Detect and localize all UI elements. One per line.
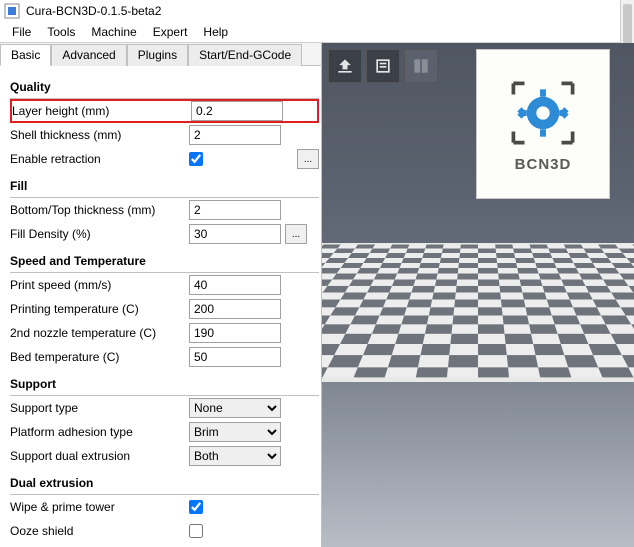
label-enable-retraction: Enable retraction xyxy=(10,152,185,166)
row-enable-retraction: Enable retraction ... xyxy=(10,147,319,171)
titlebar: Cura-BCN3D-0.1.5-beta2 xyxy=(0,0,634,22)
input-fill-density[interactable] xyxy=(189,224,281,244)
gear-icon xyxy=(506,76,580,150)
row-shell-thickness: Shell thickness (mm) xyxy=(10,123,319,147)
label-support-type: Support type xyxy=(10,401,185,415)
input-print-speed[interactable] xyxy=(189,275,281,295)
row-bed-temp: Bed temperature (C) xyxy=(10,345,319,369)
viewport-3d[interactable]: BCN3D xyxy=(322,43,634,547)
select-platform-adhesion[interactable]: Brim xyxy=(189,422,281,442)
menu-file[interactable]: File xyxy=(4,23,39,41)
label-platform-adhesion: Platform adhesion type xyxy=(10,425,185,439)
label-layer-height: Layer height (mm) xyxy=(12,104,187,118)
load-model-button[interactable] xyxy=(328,49,362,83)
share-button[interactable] xyxy=(404,49,438,83)
section-fill: Fill xyxy=(10,179,319,193)
label-wipe-prime: Wipe & prime tower xyxy=(10,500,185,514)
logo-card: BCN3D xyxy=(476,49,610,199)
menu-help[interactable]: Help xyxy=(195,23,236,41)
row-layer-height: Layer height (mm) xyxy=(10,99,319,123)
tab-advanced[interactable]: Advanced xyxy=(51,44,126,66)
fill-settings-button[interactable]: ... xyxy=(285,224,307,244)
brand-text: BCN3D xyxy=(515,156,572,173)
settings-panel: Basic Advanced Plugins Start/End-GCode Q… xyxy=(0,43,322,547)
print-button[interactable] xyxy=(366,49,400,83)
menubar: File Tools Machine Expert Help xyxy=(0,22,634,42)
label-nozzle2-temp: 2nd nozzle temperature (C) xyxy=(10,326,185,340)
check-wipe-prime[interactable] xyxy=(189,500,203,514)
menu-tools[interactable]: Tools xyxy=(39,23,83,41)
row-nozzle2-temp: 2nd nozzle temperature (C) xyxy=(10,321,319,345)
row-fill-density: Fill Density (%) ... xyxy=(10,222,319,246)
input-shell-thickness[interactable] xyxy=(189,125,281,145)
input-print-temp[interactable] xyxy=(189,299,281,319)
row-wipe-prime: Wipe & prime tower xyxy=(10,495,319,519)
tab-startend[interactable]: Start/End-GCode xyxy=(188,44,302,66)
input-bottom-top[interactable] xyxy=(189,200,281,220)
section-dual: Dual extrusion xyxy=(10,476,319,490)
build-plate xyxy=(322,243,634,547)
app-icon xyxy=(4,3,20,19)
label-support-dual: Support dual extrusion xyxy=(10,449,185,463)
label-bed-temp: Bed temperature (C) xyxy=(10,350,185,364)
input-nozzle2-temp[interactable] xyxy=(189,323,281,343)
viewport-toolbar xyxy=(328,49,438,83)
menu-expert[interactable]: Expert xyxy=(145,23,196,41)
tab-plugins[interactable]: Plugins xyxy=(127,44,188,66)
row-ooze-shield: Ooze shield xyxy=(10,519,319,543)
label-bottom-top: Bottom/Top thickness (mm) xyxy=(10,203,185,217)
row-print-speed: Print speed (mm/s) xyxy=(10,273,319,297)
content: Basic Advanced Plugins Start/End-GCode Q… xyxy=(0,42,634,547)
tabbar: Basic Advanced Plugins Start/End-GCode xyxy=(0,43,321,66)
form-area: Quality Layer height (mm) Shell thicknes… xyxy=(0,66,321,547)
select-support-dual[interactable]: Both xyxy=(189,446,281,466)
section-quality: Quality xyxy=(10,80,319,94)
row-support-dual: Support dual extrusion Both xyxy=(10,444,319,468)
label-fill-density: Fill Density (%) xyxy=(10,227,185,241)
label-print-speed: Print speed (mm/s) xyxy=(10,278,185,292)
check-ooze-shield[interactable] xyxy=(189,524,203,538)
menu-machine[interactable]: Machine xyxy=(83,23,144,41)
input-layer-height[interactable] xyxy=(191,101,283,121)
row-bottom-top: Bottom/Top thickness (mm) xyxy=(10,198,319,222)
label-ooze-shield: Ooze shield xyxy=(10,524,185,538)
window-title: Cura-BCN3D-0.1.5-beta2 xyxy=(26,4,161,18)
input-bed-temp[interactable] xyxy=(189,347,281,367)
section-support: Support xyxy=(10,377,319,391)
row-print-temp: Printing temperature (C) xyxy=(10,297,319,321)
tab-basic[interactable]: Basic xyxy=(0,44,51,66)
row-support-type: Support type None xyxy=(10,396,319,420)
section-speed-temp: Speed and Temperature xyxy=(10,254,319,268)
label-shell-thickness: Shell thickness (mm) xyxy=(10,128,185,142)
row-platform-adhesion: Platform adhesion type Brim xyxy=(10,420,319,444)
label-print-temp: Printing temperature (C) xyxy=(10,302,185,316)
check-enable-retraction[interactable] xyxy=(189,152,203,166)
checker-surface xyxy=(322,243,634,382)
retraction-settings-button[interactable]: ... xyxy=(297,149,319,169)
select-support-type[interactable]: None xyxy=(189,398,281,418)
